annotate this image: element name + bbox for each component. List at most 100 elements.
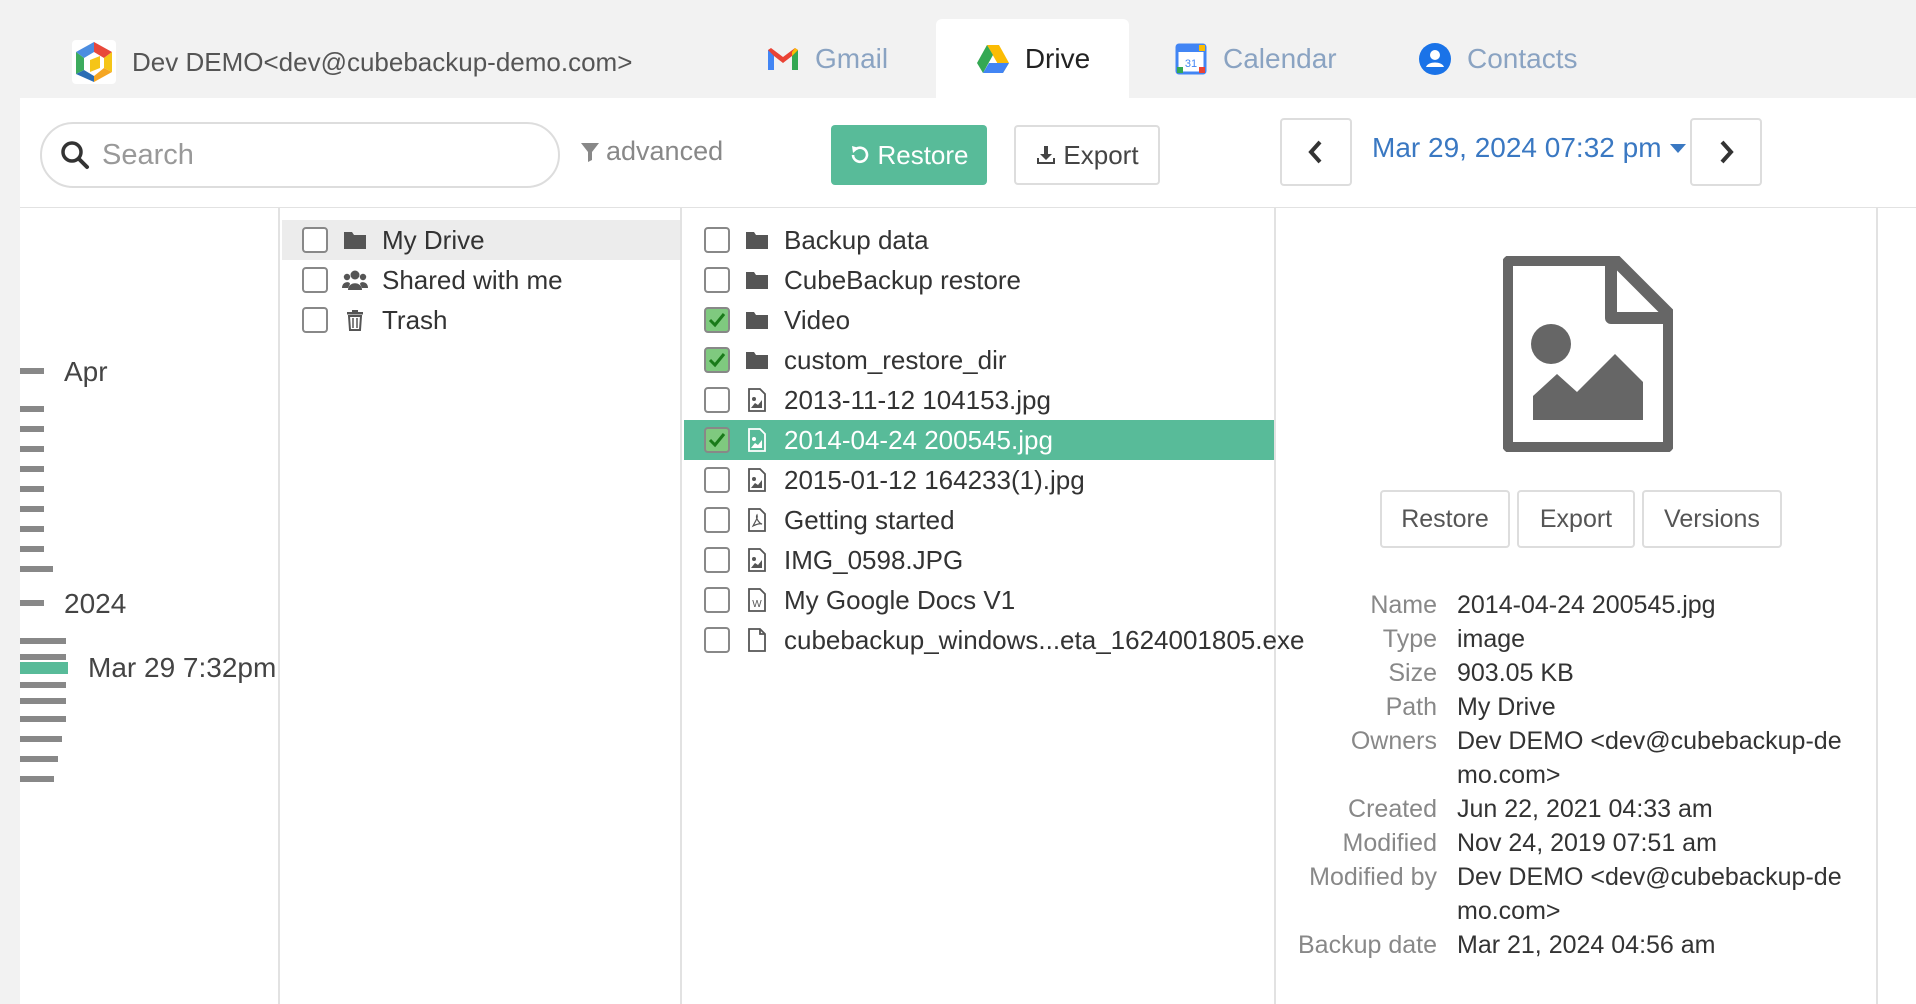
timeline-tick[interactable] xyxy=(20,776,54,782)
checkbox[interactable] xyxy=(704,347,730,373)
search-icon xyxy=(61,141,89,169)
file-row[interactable]: Getting started xyxy=(684,500,1274,540)
metadata-key: Modified by xyxy=(1309,863,1437,891)
timeline-tick[interactable] xyxy=(20,486,44,492)
checkbox[interactable] xyxy=(704,267,730,293)
checkbox[interactable] xyxy=(302,307,328,333)
restore-button[interactable]: Restore xyxy=(831,125,987,185)
restore-label: Restore xyxy=(877,139,969,170)
checkbox[interactable] xyxy=(704,307,730,333)
checkbox[interactable] xyxy=(704,587,730,613)
tab-drive[interactable]: Drive xyxy=(936,19,1129,98)
file-row[interactable]: Video xyxy=(684,300,1274,340)
file-row[interactable]: custom_restore_dir xyxy=(684,340,1274,380)
undo-icon xyxy=(852,146,869,164)
checkbox[interactable] xyxy=(704,387,730,413)
checkbox[interactable] xyxy=(704,427,730,453)
tree-item-my-drive[interactable]: My Drive xyxy=(282,220,680,260)
metadata-row: Path My Drive xyxy=(1278,690,1878,724)
download-icon xyxy=(1037,146,1056,164)
timeline-tick-current[interactable] xyxy=(20,662,68,674)
timeline-tick[interactable] xyxy=(20,466,44,472)
timeline-tick[interactable] xyxy=(20,406,44,412)
drive-icon xyxy=(976,44,1009,73)
tree-item-label: My Drive xyxy=(382,224,485,255)
tree-item-shared-with-me[interactable]: Shared with me xyxy=(282,260,680,300)
svg-text:W: W xyxy=(752,599,762,610)
account-email: Dev DEMO<dev@cubebackup-demo.com> xyxy=(132,46,633,77)
timeline-tick[interactable] xyxy=(20,368,44,374)
folder-icon xyxy=(744,307,770,333)
backup-date-selector[interactable]: Mar 29, 2024 07:32 pm xyxy=(1372,132,1686,164)
filter-icon xyxy=(581,142,599,162)
metadata-value: 903.05 KB xyxy=(1457,659,1574,687)
checkbox[interactable] xyxy=(704,627,730,653)
metadata-value: Nov 24, 2019 07:51 am xyxy=(1457,829,1717,857)
timeline-tick[interactable] xyxy=(20,446,44,452)
timeline-tick[interactable] xyxy=(20,506,44,512)
folder-icon xyxy=(342,227,368,253)
file-icon xyxy=(744,627,770,653)
timeline-tick[interactable] xyxy=(20,654,66,660)
metadata-row: Backup date Mar 21, 2024 04:56 am xyxy=(1278,928,1878,962)
file-row[interactable]: 2014-04-24 200545.jpg xyxy=(684,420,1274,460)
file-row[interactable]: CubeBackup restore xyxy=(684,260,1274,300)
timeline-tick[interactable] xyxy=(20,426,44,432)
timeline-tick[interactable] xyxy=(20,682,66,688)
preview-restore-button[interactable]: Restore xyxy=(1380,490,1510,548)
file-row[interactable]: IMG_0598.JPG xyxy=(684,540,1274,580)
next-backup-button[interactable] xyxy=(1690,118,1762,186)
checkbox[interactable] xyxy=(704,467,730,493)
metadata-row: Modified Nov 24, 2019 07:51 am xyxy=(1278,826,1878,860)
metadata-value: Dev DEMO <dev@cubebackup-demo.com> xyxy=(1457,863,1842,925)
preview-export-button[interactable]: Export xyxy=(1517,490,1635,548)
tree-item-label: Trash xyxy=(382,304,448,335)
timeline-tick[interactable] xyxy=(20,638,66,644)
metadata-key: Path xyxy=(1385,693,1437,721)
tab-drive-label: Drive xyxy=(1024,42,1091,74)
preview-versions-button[interactable]: Versions xyxy=(1642,490,1782,548)
checkbox[interactable] xyxy=(302,227,328,253)
search-box[interactable] xyxy=(40,122,560,188)
tab-contacts[interactable]: Contacts xyxy=(1417,19,1578,98)
file-row[interactable]: 2013-11-12 104153.jpg xyxy=(684,380,1274,420)
backup-timeline[interactable]: Apr 2024 Mar 29 7:32pm xyxy=(20,208,280,1004)
metadata-value: image xyxy=(1457,625,1526,653)
file-row[interactable]: cubebackup_windows...eta_1624001805.exe xyxy=(684,620,1304,660)
advanced-search-link[interactable]: advanced xyxy=(580,136,723,167)
cubebackup-logo xyxy=(72,40,116,84)
file-name: 2015-01-12 164233(1).jpg xyxy=(784,464,1085,495)
metadata-row: Type image xyxy=(1278,622,1878,656)
top-bar: Dev DEMO<dev@cubebackup-demo.com> Gmail … xyxy=(0,0,1916,98)
metadata-value: Dev DEMO <dev@cubebackup-demo.com> xyxy=(1457,727,1842,789)
checkbox[interactable] xyxy=(704,507,730,533)
timeline-tick[interactable] xyxy=(20,566,53,572)
timeline-tick[interactable] xyxy=(20,546,44,552)
timeline-tick[interactable] xyxy=(20,526,44,532)
file-row[interactable]: W My Google Docs V1 xyxy=(684,580,1274,620)
file-name: Video xyxy=(784,304,851,335)
image-file-icon xyxy=(744,547,770,573)
previous-backup-button[interactable] xyxy=(1280,118,1352,186)
metadata-key: Name xyxy=(1370,591,1437,619)
checkbox[interactable] xyxy=(704,547,730,573)
export-button[interactable]: Export xyxy=(1014,125,1160,185)
file-row[interactable]: 2015-01-12 164233(1).jpg xyxy=(684,460,1274,500)
search-input[interactable] xyxy=(102,138,522,172)
checkbox[interactable] xyxy=(302,267,328,293)
timeline-tick[interactable] xyxy=(20,716,66,722)
timeline-tick[interactable] xyxy=(20,756,58,762)
timeline-tick[interactable] xyxy=(20,600,44,606)
timeline-tick[interactable] xyxy=(20,698,66,704)
tab-gmail[interactable]: Gmail xyxy=(765,19,888,98)
tab-contacts-label: Contacts xyxy=(1467,42,1578,74)
file-row[interactable]: Backup data xyxy=(684,220,1274,260)
tree-item-trash[interactable]: Trash xyxy=(282,300,680,340)
timeline-tick[interactable] xyxy=(20,736,62,742)
checkbox[interactable] xyxy=(704,227,730,253)
file-preview-panel: Restore Export Versions Name 2014-04-24 2… xyxy=(1278,208,1878,1004)
chevron-right-icon xyxy=(1720,140,1734,164)
toolbar: advanced Restore Export Mar 29, 2024 07:… xyxy=(20,98,1916,208)
tab-calendar[interactable]: 31 Calendar xyxy=(1173,19,1337,98)
metadata-key: Size xyxy=(1388,659,1437,687)
